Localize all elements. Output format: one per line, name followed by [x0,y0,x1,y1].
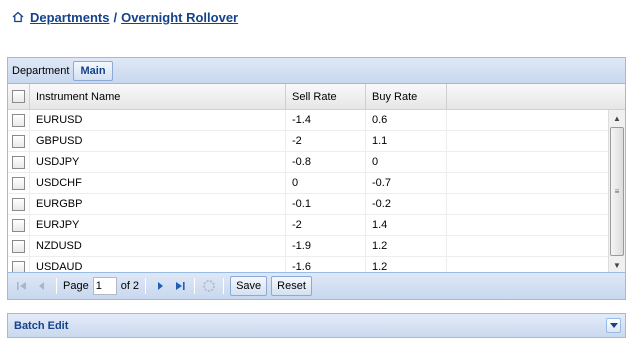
first-page-icon[interactable] [14,278,30,294]
pager-separator [56,278,57,294]
buy-rate-cell[interactable]: 1.2 [366,236,447,256]
instrument-name-cell[interactable]: GBPUSD [30,131,286,151]
buy-rate-cell[interactable]: -0.2 [366,194,447,214]
grid-rows: EURUSD -1.4 0.6 GBPUSD -2 1.1 USDJPY -0.… [8,110,609,273]
buy-rate-cell[interactable]: 0 [366,152,447,172]
row-checkbox[interactable] [12,197,25,211]
sell-rate-cell[interactable]: -1.9 [286,236,366,256]
filler-cell [447,236,609,256]
scroll-thumb[interactable]: ≡ [610,127,624,256]
instrument-name-cell[interactable]: NZDUSD [30,236,286,256]
rollover-grid-panel: Department Main Instrument Name Sell Rat… [7,57,626,300]
select-all-checkbox[interactable] [12,90,25,103]
pager-separator [223,278,225,294]
buy-rate-cell[interactable]: 1.4 [366,215,447,235]
page-number-input[interactable] [92,277,117,295]
batch-edit-title: Batch Edit [14,319,69,332]
table-row[interactable]: EURGBP -0.1 -0.2 [8,194,609,215]
table-row[interactable]: GBPUSD -2 1.1 [8,131,609,152]
row-checkbox-cell [8,194,30,214]
filler-cell [447,173,609,193]
pager-separator [145,278,147,294]
scroll-down-icon[interactable]: ▼ [609,257,625,273]
row-checkbox[interactable] [12,239,25,253]
breadcrumb-departments-link[interactable]: Departments [30,10,109,25]
buy-rate-cell[interactable]: 1.1 [366,131,447,151]
save-button[interactable]: Save [230,276,268,296]
expand-chevron-down-icon[interactable] [606,318,621,333]
refresh-icon[interactable] [201,278,217,294]
filler-cell [447,152,609,172]
batch-edit-panel-header[interactable]: Batch Edit [7,313,626,338]
filler-cell [447,131,609,151]
department-toolbar: Department Main [8,58,625,84]
instrument-name-cell[interactable]: USDJPY [30,152,286,172]
filler-cell [447,257,609,273]
sell-rate-cell[interactable]: -1.6 [286,257,366,273]
pager-separator [194,278,196,294]
row-checkbox-cell [8,236,30,256]
grid-header: Instrument Name Sell Rate Buy Rate [8,84,625,110]
row-checkbox[interactable] [12,134,25,148]
column-header-instrument-name[interactable]: Instrument Name [30,84,286,109]
vertical-scrollbar[interactable]: ▲ ≡ ▼ [608,110,625,273]
buy-rate-cell[interactable]: 0.6 [366,110,447,130]
instrument-name-cell[interactable]: EURGBP [30,194,286,214]
sell-rate-cell[interactable]: -1.4 [286,110,366,130]
table-row[interactable]: USDCHF 0 -0.7 [8,173,609,194]
sell-rate-cell[interactable]: -0.1 [286,194,366,214]
next-page-icon[interactable] [152,278,168,294]
instrument-name-cell[interactable]: USDAUD [30,257,286,273]
table-row[interactable]: NZDUSD -1.9 1.2 [8,236,609,257]
table-row[interactable]: USDAUD -1.6 1.2 [8,257,609,273]
row-checkbox[interactable] [12,218,25,232]
row-checkbox-cell [8,110,30,130]
paging-toolbar: Page of 2 Save Reset [8,272,625,299]
scroll-up-icon[interactable]: ▲ [609,110,625,126]
previous-page-icon[interactable] [34,278,50,294]
department-label: Department [12,64,70,77]
filler-cell [447,194,609,214]
reset-button[interactable]: Reset [271,276,312,296]
row-checkbox-cell [8,173,30,193]
page-count-label: of 2 [120,280,140,292]
row-checkbox-cell [8,215,30,235]
column-header-buy-rate[interactable]: Buy Rate [366,84,447,109]
table-row[interactable]: USDJPY -0.8 0 [8,152,609,173]
sell-rate-cell[interactable]: -2 [286,215,366,235]
row-checkbox[interactable] [12,113,25,127]
instrument-name-cell[interactable]: EURUSD [30,110,286,130]
grid-body: EURUSD -1.4 0.6 GBPUSD -2 1.1 USDJPY -0.… [8,110,625,273]
column-header-filler [447,84,625,109]
sell-rate-cell[interactable]: -2 [286,131,366,151]
row-checkbox[interactable] [12,155,25,169]
filler-cell [447,215,609,235]
header-checkbox-cell [8,84,30,109]
table-row[interactable]: EURJPY -2 1.4 [8,215,609,236]
sell-rate-cell[interactable]: -0.8 [286,152,366,172]
last-page-icon[interactable] [172,278,188,294]
table-row[interactable]: EURUSD -1.4 0.6 [8,110,609,131]
row-checkbox[interactable] [12,176,25,190]
breadcrumb-overnight-rollover-link[interactable]: Overnight Rollover [121,10,238,25]
row-checkbox-cell [8,152,30,172]
filler-cell [447,110,609,130]
column-header-sell-rate[interactable]: Sell Rate [286,84,366,109]
sell-rate-cell[interactable]: 0 [286,173,366,193]
buy-rate-cell[interactable]: 1.2 [366,257,447,273]
instrument-name-cell[interactable]: USDCHF [30,173,286,193]
page-label: Page [63,280,89,292]
breadcrumb: Departments / Overnight Rollover [12,9,238,25]
row-checkbox-cell [8,131,30,151]
home-icon [12,11,24,23]
row-checkbox-cell [8,257,30,273]
instrument-name-cell[interactable]: EURJPY [30,215,286,235]
breadcrumb-separator: / [113,9,118,25]
buy-rate-cell[interactable]: -0.7 [366,173,447,193]
department-main-button[interactable]: Main [73,60,113,81]
